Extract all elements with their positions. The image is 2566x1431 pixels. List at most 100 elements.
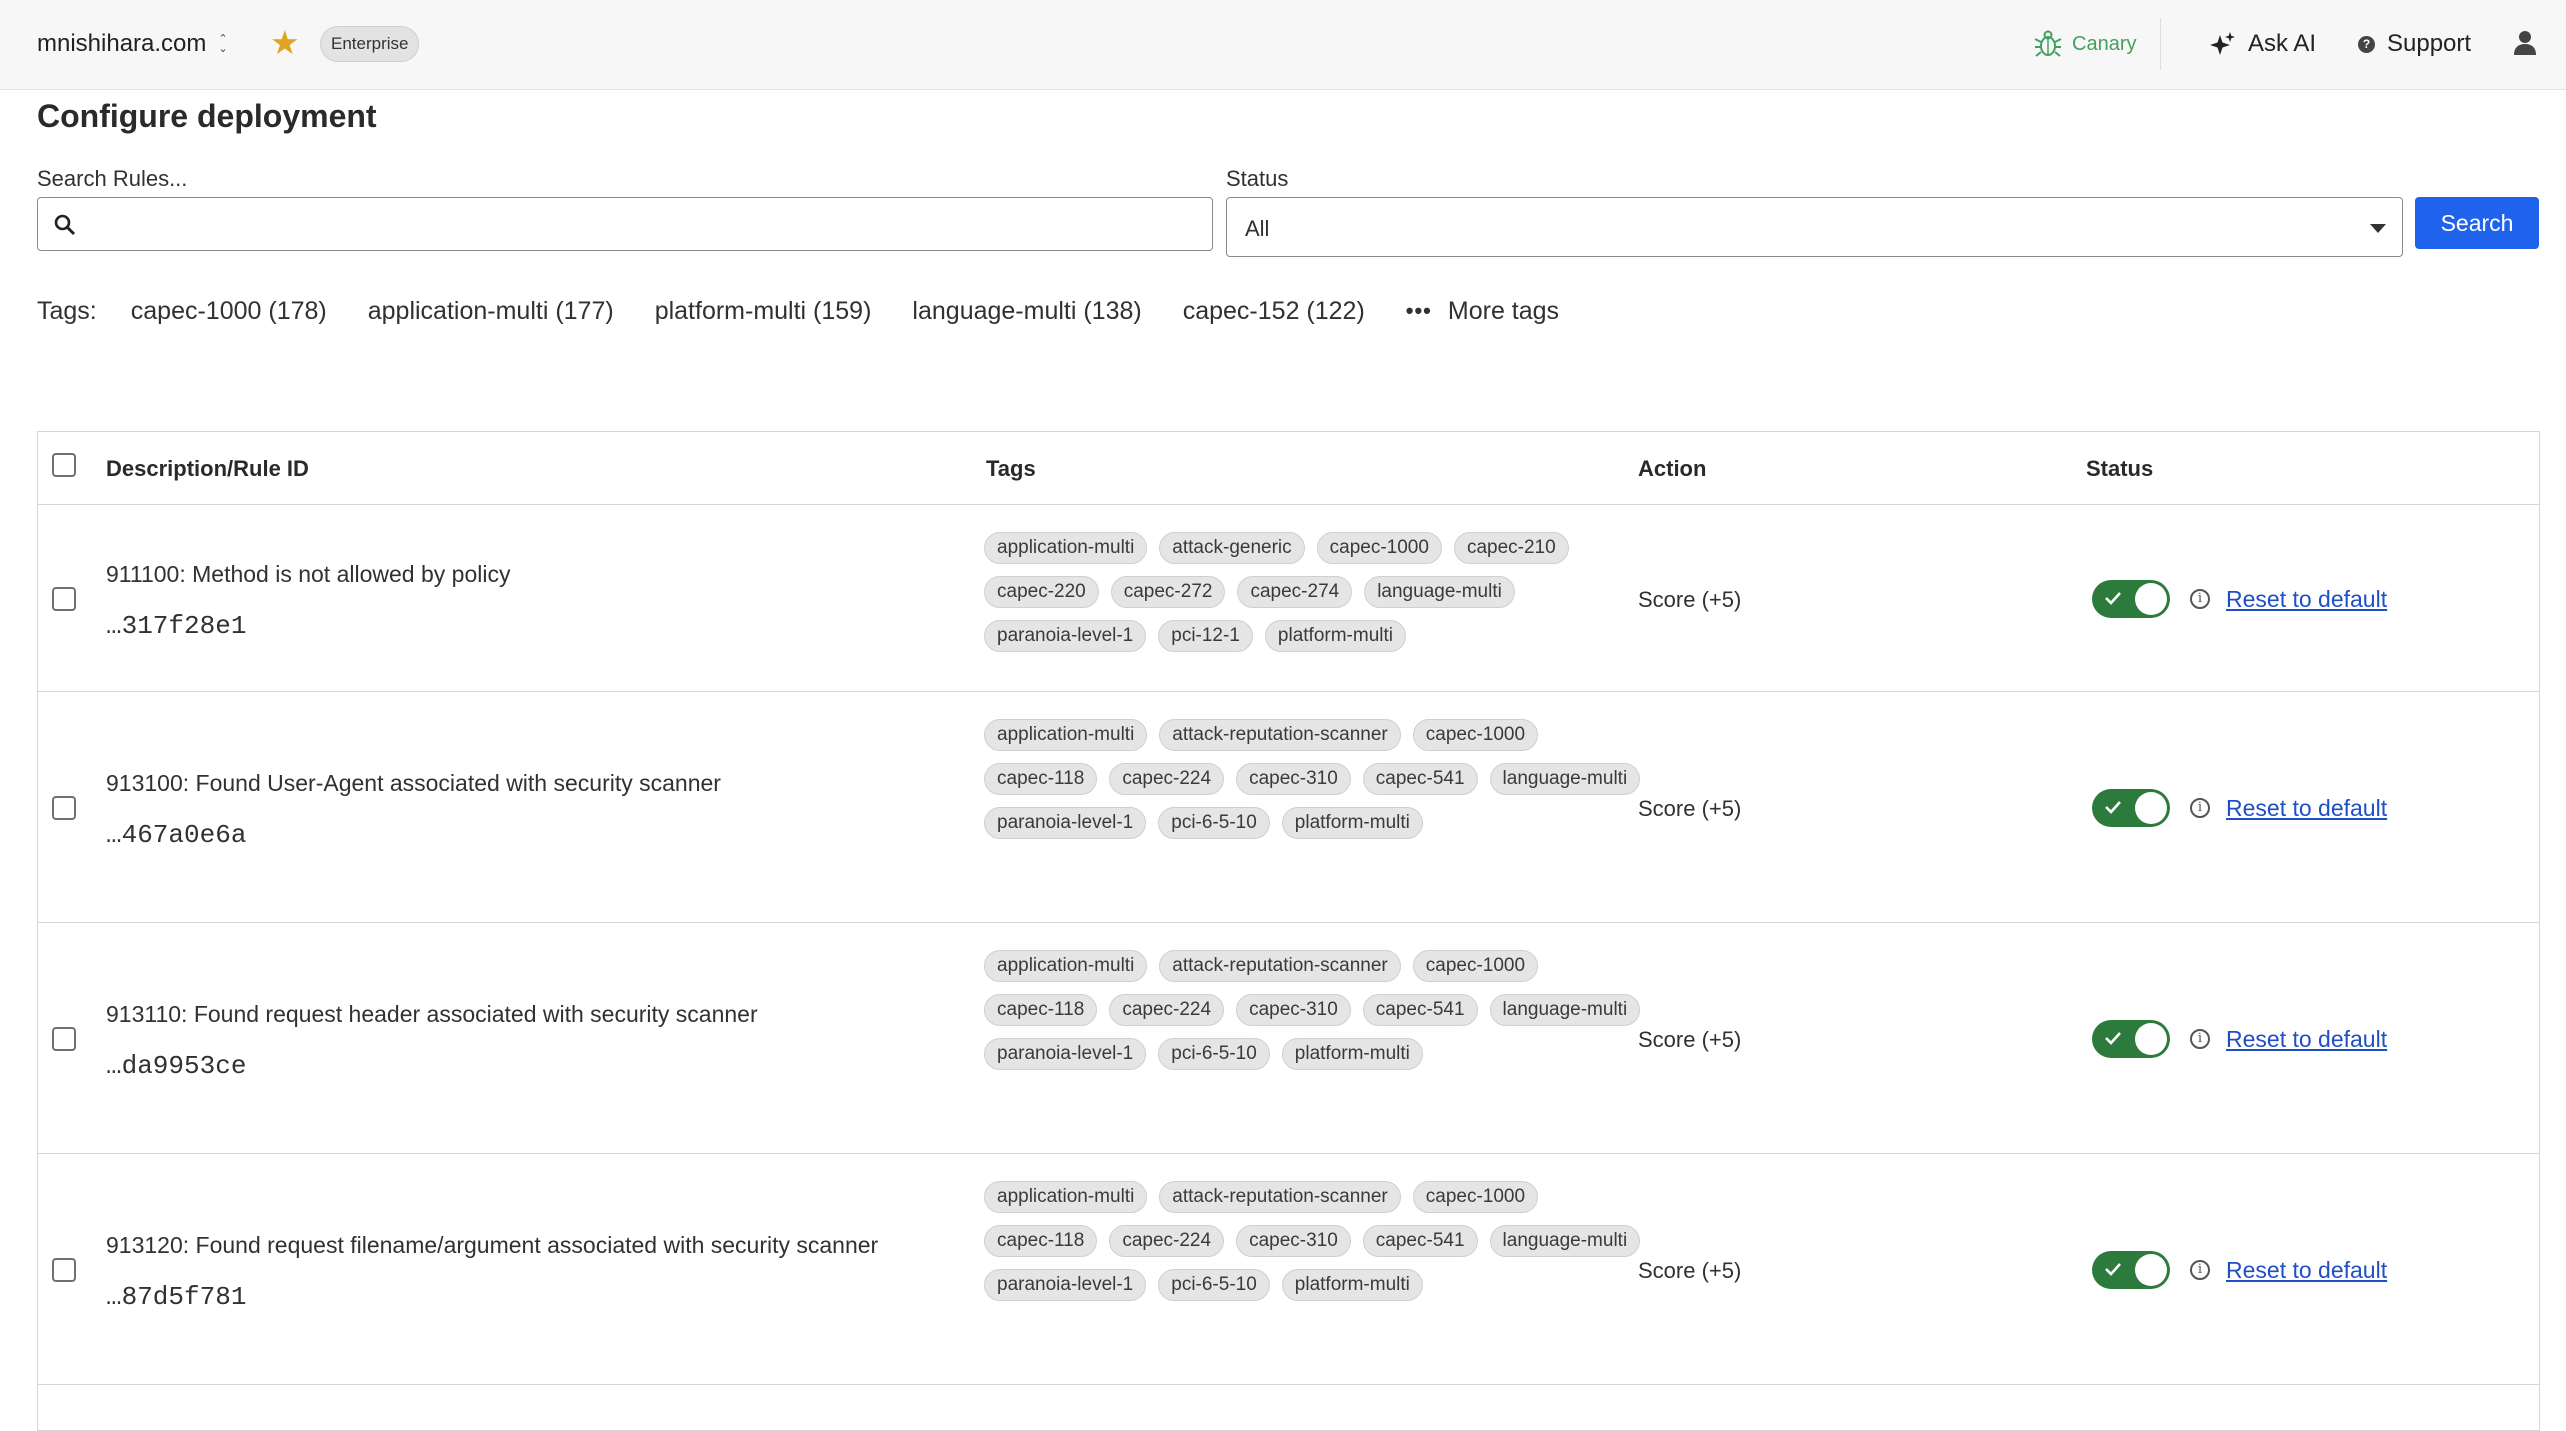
search-field[interactable] xyxy=(37,197,1213,251)
column-header-tags: Tags xyxy=(986,456,1036,481)
rule-tag-chip: capec-1000 xyxy=(1316,532,1442,564)
toggle-knob xyxy=(2135,583,2167,615)
reset-to-default-link[interactable]: Reset to default xyxy=(2226,1026,2387,1053)
rule-tag-chip: capec-310 xyxy=(1236,763,1351,795)
rule-tag-chip: application-multi xyxy=(984,532,1148,564)
row-checkbox[interactable] xyxy=(52,1258,76,1282)
rule-status-toggle[interactable] xyxy=(2092,1251,2170,1289)
rule-tag-chip: platform-multi xyxy=(1281,1269,1423,1301)
rule-tag-chip: platform-multi xyxy=(1281,807,1423,839)
rule-description: 911100: Method is not allowed by policy xyxy=(106,561,511,587)
reset-to-default-link[interactable]: Reset to default xyxy=(2226,795,2387,822)
table-row: 913100: Found User-Agent associated with… xyxy=(38,693,2539,923)
reset-to-default-link[interactable]: Reset to default xyxy=(2226,586,2387,613)
account-switcher[interactable]: mnishihara.com ⌃ ⌄ xyxy=(37,26,228,62)
rule-tag-chip: capec-1000 xyxy=(1412,1181,1539,1213)
rule-tag-chip: capec-541 xyxy=(1362,763,1478,795)
tag-filter-platform-multi[interactable]: platform-multi (159) xyxy=(655,297,872,326)
status-select[interactable]: All xyxy=(1226,197,2403,257)
top-bar: mnishihara.com ⌃ ⌄ ★ Enterprise Canary As… xyxy=(0,0,2566,90)
rules-table: Description/Rule ID Tags Action Status 9… xyxy=(37,431,2540,1431)
header-divider xyxy=(2160,18,2161,70)
tag-filter-language-multi[interactable]: language-multi (138) xyxy=(912,297,1141,326)
search-icon xyxy=(54,214,76,236)
rule-tag-chip: application-multi xyxy=(984,1181,1148,1213)
rule-action: Score (+5) xyxy=(1638,1258,1742,1283)
rule-tag-chip: pci-6-5-10 xyxy=(1158,807,1270,839)
select-all-checkbox[interactable] xyxy=(52,453,76,477)
account-name: mnishihara.com xyxy=(37,30,207,57)
ask-ai-button[interactable]: Ask AI xyxy=(2210,26,2316,62)
rule-tag-chip: language-multi xyxy=(1489,763,1641,795)
info-icon[interactable]: i xyxy=(2190,1029,2210,1049)
toggle-knob xyxy=(2135,1023,2167,1055)
rule-tag-chip: capec-310 xyxy=(1236,1225,1351,1257)
column-header-description: Description/Rule ID xyxy=(106,456,309,481)
rule-status-toggle[interactable] xyxy=(2092,1020,2170,1058)
search-input[interactable] xyxy=(88,204,1198,244)
search-label: Search Rules... xyxy=(37,166,188,191)
chevron-up-down-icon: ⌃ ⌄ xyxy=(218,33,228,55)
row-checkbox[interactable] xyxy=(52,587,76,611)
canary-indicator[interactable]: Canary xyxy=(2034,26,2136,62)
reset-to-default-link[interactable]: Reset to default xyxy=(2226,1257,2387,1284)
rule-tag-chip: capec-310 xyxy=(1236,994,1351,1026)
rule-tag-chip: platform-multi xyxy=(1264,620,1406,652)
rule-tag-chip: pci-12-1 xyxy=(1158,620,1253,652)
rule-status-toggle[interactable] xyxy=(2092,789,2170,827)
rule-tag-chip: pci-6-5-10 xyxy=(1158,1269,1270,1301)
tag-filter-capec-152[interactable]: capec-152 (122) xyxy=(1183,297,1365,326)
rule-tag-chip: capec-541 xyxy=(1362,1225,1478,1257)
row-checkbox[interactable] xyxy=(52,796,76,820)
rule-tag-chip: capec-224 xyxy=(1109,1225,1225,1257)
check-icon xyxy=(2105,801,2121,814)
plan-badge: Enterprise xyxy=(320,26,420,62)
column-header-status: Status xyxy=(2086,456,2154,481)
info-icon[interactable]: i xyxy=(2190,589,2210,609)
more-tags-label: More tags xyxy=(1447,296,1560,325)
rule-tags: application-multi attack-generic capec-100… xyxy=(984,532,1644,652)
tag-filter-application-multi[interactable]: application-multi (177) xyxy=(368,297,614,326)
bug-icon xyxy=(2034,30,2062,57)
rule-id: …467a0e6a xyxy=(106,820,247,850)
support-label: Support xyxy=(2387,30,2472,57)
rule-tag-chip: capec-118 xyxy=(984,994,1098,1026)
star-icon[interactable]: ★ xyxy=(270,25,300,61)
rule-action: Score (+5) xyxy=(1638,587,1742,612)
rule-action: Score (+5) xyxy=(1638,796,1742,821)
ellipsis-icon: ••• xyxy=(1405,298,1432,323)
rule-tag-chip: capec-118 xyxy=(984,763,1098,795)
rule-tag-chip: attack-reputation-scanner xyxy=(1159,719,1401,751)
rule-tag-chip: application-multi xyxy=(984,719,1148,751)
rule-tag-chip: capec-272 xyxy=(1110,576,1226,608)
rule-tag-chip: capec-541 xyxy=(1362,994,1478,1026)
check-icon xyxy=(2105,592,2121,605)
rule-tags: application-multi attack-reputation-scann… xyxy=(984,1181,1644,1301)
table-row: 913110: Found request header associated … xyxy=(38,924,2539,1154)
sparkle-icon xyxy=(2210,32,2235,55)
rule-tag-chip: application-multi xyxy=(984,950,1148,982)
search-button[interactable]: Search xyxy=(2415,197,2539,249)
rule-description: 913120: Found request filename/argument … xyxy=(106,1232,879,1258)
tags-filter-bar: Tags: capec-1000 (178) application-multi… xyxy=(37,293,1559,329)
rule-tag-chip: language-multi xyxy=(1364,576,1515,608)
canary-label: Canary xyxy=(2072,32,2137,55)
user-icon[interactable] xyxy=(2513,30,2537,56)
rule-tag-chip: paranoia-level-1 xyxy=(984,807,1147,839)
info-icon[interactable]: i xyxy=(2190,798,2210,818)
ask-ai-label: Ask AI xyxy=(2248,30,2317,57)
row-checkbox[interactable] xyxy=(52,1027,76,1051)
rule-description: 913110: Found request header associated … xyxy=(106,1001,758,1027)
rule-tag-chip: capec-220 xyxy=(984,576,1099,608)
rule-tag-chip: attack-reputation-scanner xyxy=(1159,1181,1401,1213)
rule-action: Score (+5) xyxy=(1638,1027,1742,1052)
more-tags-button[interactable]: ••• More tags xyxy=(1406,297,1559,326)
status-label: Status xyxy=(1226,166,1289,191)
rule-tags: application-multi attack-reputation-scann… xyxy=(984,719,1644,839)
page-title: Configure deployment xyxy=(37,98,377,134)
rule-tags: application-multi attack-reputation-scann… xyxy=(984,950,1644,1070)
tag-filter-capec-1000[interactable]: capec-1000 (178) xyxy=(131,297,327,326)
info-icon[interactable]: i xyxy=(2190,1260,2210,1280)
support-button[interactable]: ? Support xyxy=(2358,26,2471,62)
rule-status-toggle[interactable] xyxy=(2092,580,2170,618)
